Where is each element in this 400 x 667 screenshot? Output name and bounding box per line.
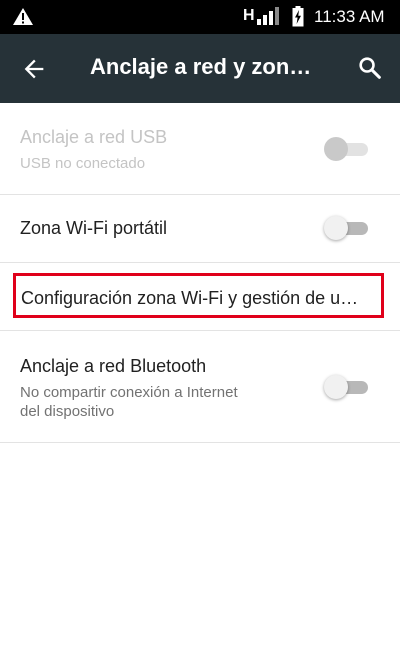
usb-tethering-toggle bbox=[324, 137, 372, 161]
status-time: 11:33 AM bbox=[314, 7, 385, 26]
app-bar: Anclaje a red y zon… bbox=[0, 34, 400, 103]
network-type-label: H bbox=[243, 7, 255, 24]
setting-usb-tethering: Anclaje a red USB USB no conectado bbox=[0, 103, 400, 195]
search-icon[interactable] bbox=[356, 54, 384, 82]
bluetooth-tethering-toggle[interactable] bbox=[324, 375, 372, 399]
setting-wifi-hotspot[interactable]: Zona Wi-Fi portátil bbox=[0, 194, 400, 263]
setting-subtitle-line-2: del dispositivo bbox=[20, 403, 115, 420]
toggle-thumb bbox=[324, 137, 348, 161]
wifi-hotspot-toggle[interactable] bbox=[324, 216, 372, 240]
page-title: Anclaje a red y zon… bbox=[90, 54, 312, 79]
setting-subtitle-line-1: No compartir conexión a Internet bbox=[20, 384, 238, 401]
battery-charging-icon bbox=[292, 6, 304, 32]
setting-bluetooth-tethering[interactable]: Anclaje a red Bluetooth No compartir con… bbox=[0, 330, 400, 443]
toggle-thumb bbox=[324, 216, 348, 240]
setting-title: Anclaje a red Bluetooth bbox=[20, 356, 207, 376]
setting-title: Anclaje a red USB bbox=[20, 127, 168, 147]
toggle-thumb bbox=[324, 375, 348, 399]
setting-title: Zona Wi-Fi portátil bbox=[20, 218, 168, 238]
signal-icon bbox=[256, 6, 280, 31]
warning-icon bbox=[12, 7, 34, 31]
highlight-box bbox=[13, 273, 384, 318]
status-bar: H 11:33 AM bbox=[0, 0, 400, 34]
setting-subtitle: USB no conectado bbox=[20, 155, 146, 172]
back-arrow-icon[interactable] bbox=[20, 55, 48, 83]
